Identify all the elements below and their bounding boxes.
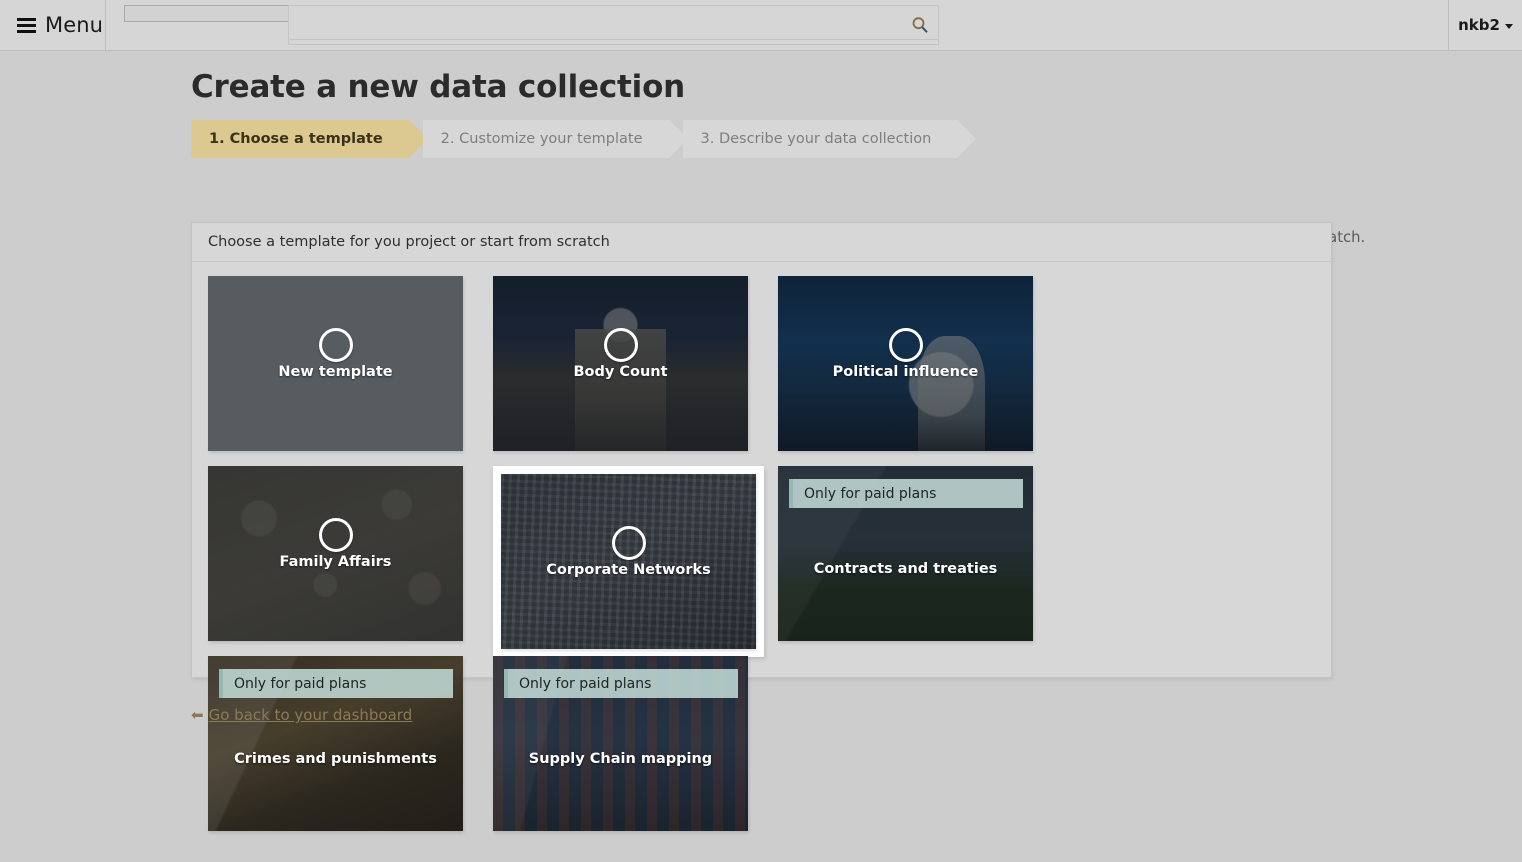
radio-icon[interactable] (611, 526, 646, 560)
chevron-down-icon (1504, 23, 1513, 29)
template-card-label: New template (278, 364, 393, 380)
template-card-label: Crimes and punishments (234, 751, 437, 767)
template-card-label: Political influence (832, 364, 979, 380)
user-menu[interactable]: nkb2 (1448, 0, 1522, 50)
template-cell: Political influence (778, 276, 1063, 466)
search-icon[interactable] (911, 16, 929, 34)
template-card-label: Contracts and treaties (813, 561, 998, 577)
template-card-family-affairs[interactable]: Family Affairs (208, 466, 463, 641)
template-card-new-template[interactable]: New template (208, 276, 463, 451)
template-cell: Only for paid plans Contracts and treati… (778, 466, 1063, 656)
step-indicator: 1. Choose a template 2. Customize your t… (191, 120, 977, 158)
step-2-label: 2. Customize your template (440, 131, 643, 147)
template-card-selected-frame[interactable]: Corporate Networks (493, 466, 764, 657)
radio-icon[interactable] (603, 328, 638, 362)
template-card-body-count[interactable]: Body Count (493, 276, 748, 451)
template-card-corporate-networks[interactable]: Corporate Networks (501, 474, 756, 649)
template-card-crimes-and-punishments[interactable]: Only for paid plans Crimes and punishmen… (208, 656, 463, 831)
search-underline (290, 39, 938, 40)
step-3-label: 3. Describe your data collection (700, 131, 932, 147)
page-body: Create a new data collection 1. Choose a… (0, 51, 1522, 831)
step-1-choose-template[interactable]: 1. Choose a template (191, 120, 428, 158)
search-area (107, 0, 1448, 50)
mini-field[interactable] (124, 5, 292, 22)
template-cell: Corporate Networks (493, 466, 778, 657)
paid-plan-badge: Only for paid plans (504, 669, 738, 698)
page-title: Create a new data collection (191, 69, 686, 105)
paid-plan-badge: Only for paid plans (789, 479, 1023, 508)
template-card-contracts-and-treaties[interactable]: Only for paid plans Contracts and treati… (778, 466, 1033, 641)
template-cell: New template (208, 276, 493, 466)
step-1-label: 1. Choose a template (209, 131, 383, 147)
radio-icon[interactable] (318, 328, 353, 362)
template-card-label: Family Affairs (279, 554, 392, 570)
radio-icon[interactable] (318, 518, 353, 552)
back-to-dashboard-label: Go back to your dashboard (208, 706, 413, 724)
template-panel: Choose a template for you project or sta… (191, 222, 1332, 831)
arrow-left-icon: ⬅ (191, 705, 204, 724)
menu-button[interactable]: Menu (0, 0, 106, 50)
panel-header: Choose a template for you project or sta… (192, 223, 1331, 262)
template-card-label: Supply Chain mapping (528, 751, 713, 767)
template-cell: Family Affairs (208, 466, 493, 656)
user-menu-label: nkb2 (1458, 16, 1500, 34)
template-card-label: Corporate Networks (546, 562, 711, 578)
step-2-customize-template[interactable]: 2. Customize your template (422, 120, 688, 158)
template-cell: Only for paid plans Crimes and punishmen… (208, 656, 493, 846)
template-card-label: Body Count (573, 364, 668, 380)
back-to-dashboard-link[interactable]: ⬅ Go back to your dashboard (191, 706, 412, 724)
template-card-political-influence[interactable]: Political influence (778, 276, 1033, 451)
top-bar: Menu nkb2 (0, 0, 1522, 51)
panel-header-label: Choose a template for you project or sta… (208, 234, 610, 250)
hamburger-icon (17, 17, 36, 33)
template-grid: New template Body Count Political influe… (192, 262, 1331, 862)
template-cell: Body Count (493, 276, 778, 466)
radio-icon[interactable] (888, 328, 923, 362)
template-cell: Only for paid plans Supply Chain mapping (493, 656, 778, 846)
step-3-describe-collection[interactable]: 3. Describe your data collection (682, 120, 977, 158)
template-card-supply-chain-mapping[interactable]: Only for paid plans Supply Chain mapping (493, 656, 748, 831)
menu-button-label: Menu (45, 13, 104, 37)
paid-plan-badge: Only for paid plans (219, 669, 453, 698)
